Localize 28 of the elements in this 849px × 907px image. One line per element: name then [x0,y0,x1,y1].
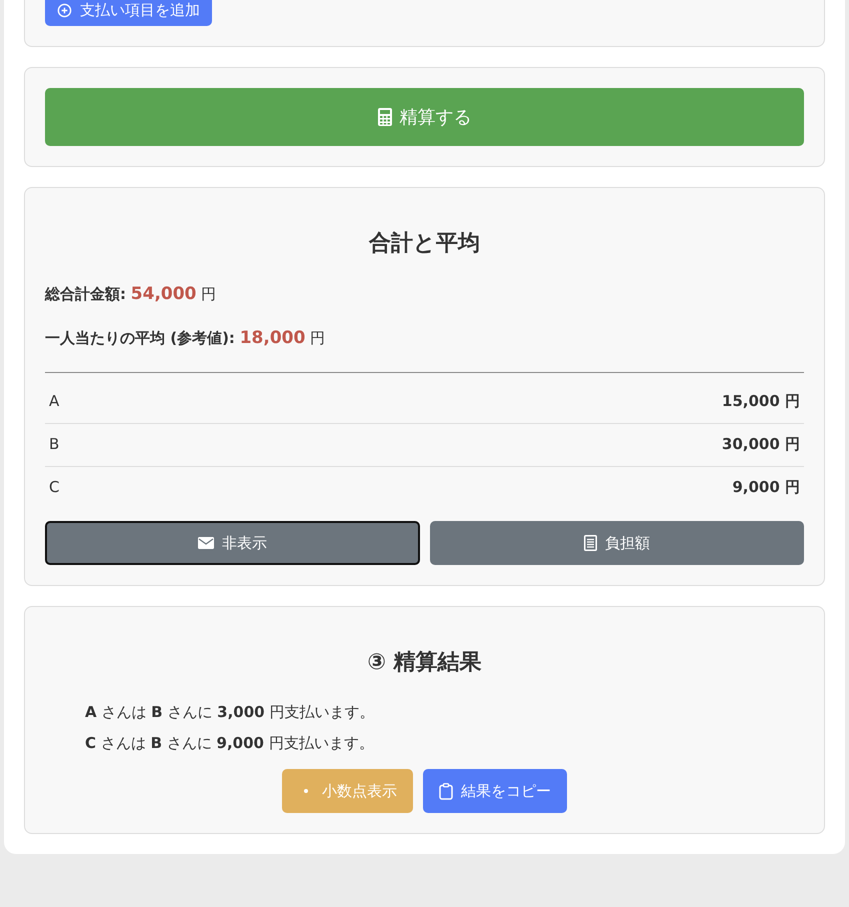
calculator-icon [378,108,392,126]
dot-icon [304,789,308,793]
person-amount: 30,000 円 [722,435,800,454]
summary-title: 合計と平均 [368,230,481,258]
total-label: 総合計金額: [45,285,126,303]
add-payment-button[interactable]: 支払い項目を追加 [45,0,212,26]
settle-button[interactable]: 精算する [45,88,804,146]
copy-button[interactable]: 結果をコピー [423,769,567,813]
settlement-line: A さんは B さんに 3,000 円支払います。 [85,703,376,722]
decimal-button[interactable]: 小数点表示 [282,769,413,813]
plus-circle-icon [57,2,72,18]
average-amount: 18,000 [240,328,306,348]
person-name: C [49,478,60,497]
person-name: A [49,392,60,411]
clipboard-icon [439,782,453,800]
person-amount: 15,000 円 [722,392,800,411]
yen-unit: 円 [310,329,326,347]
yen-unit: 円 [201,285,216,303]
average-label: 一人当たりの平均 (参考値): [45,329,235,347]
envelope-icon [198,537,214,549]
settlement-line: C さんは B さんに 9,000 円支払います。 [85,734,375,753]
person-amount: 9,000 円 [732,478,800,497]
result-title: ③ 精算結果 [366,649,483,677]
person-name: B [49,435,60,454]
document-icon [584,535,597,551]
total-amount: 54,000 [130,284,196,304]
toggle-button[interactable]: 負担額 [430,521,804,565]
toggle-button[interactable]: 非表示 [45,521,420,565]
